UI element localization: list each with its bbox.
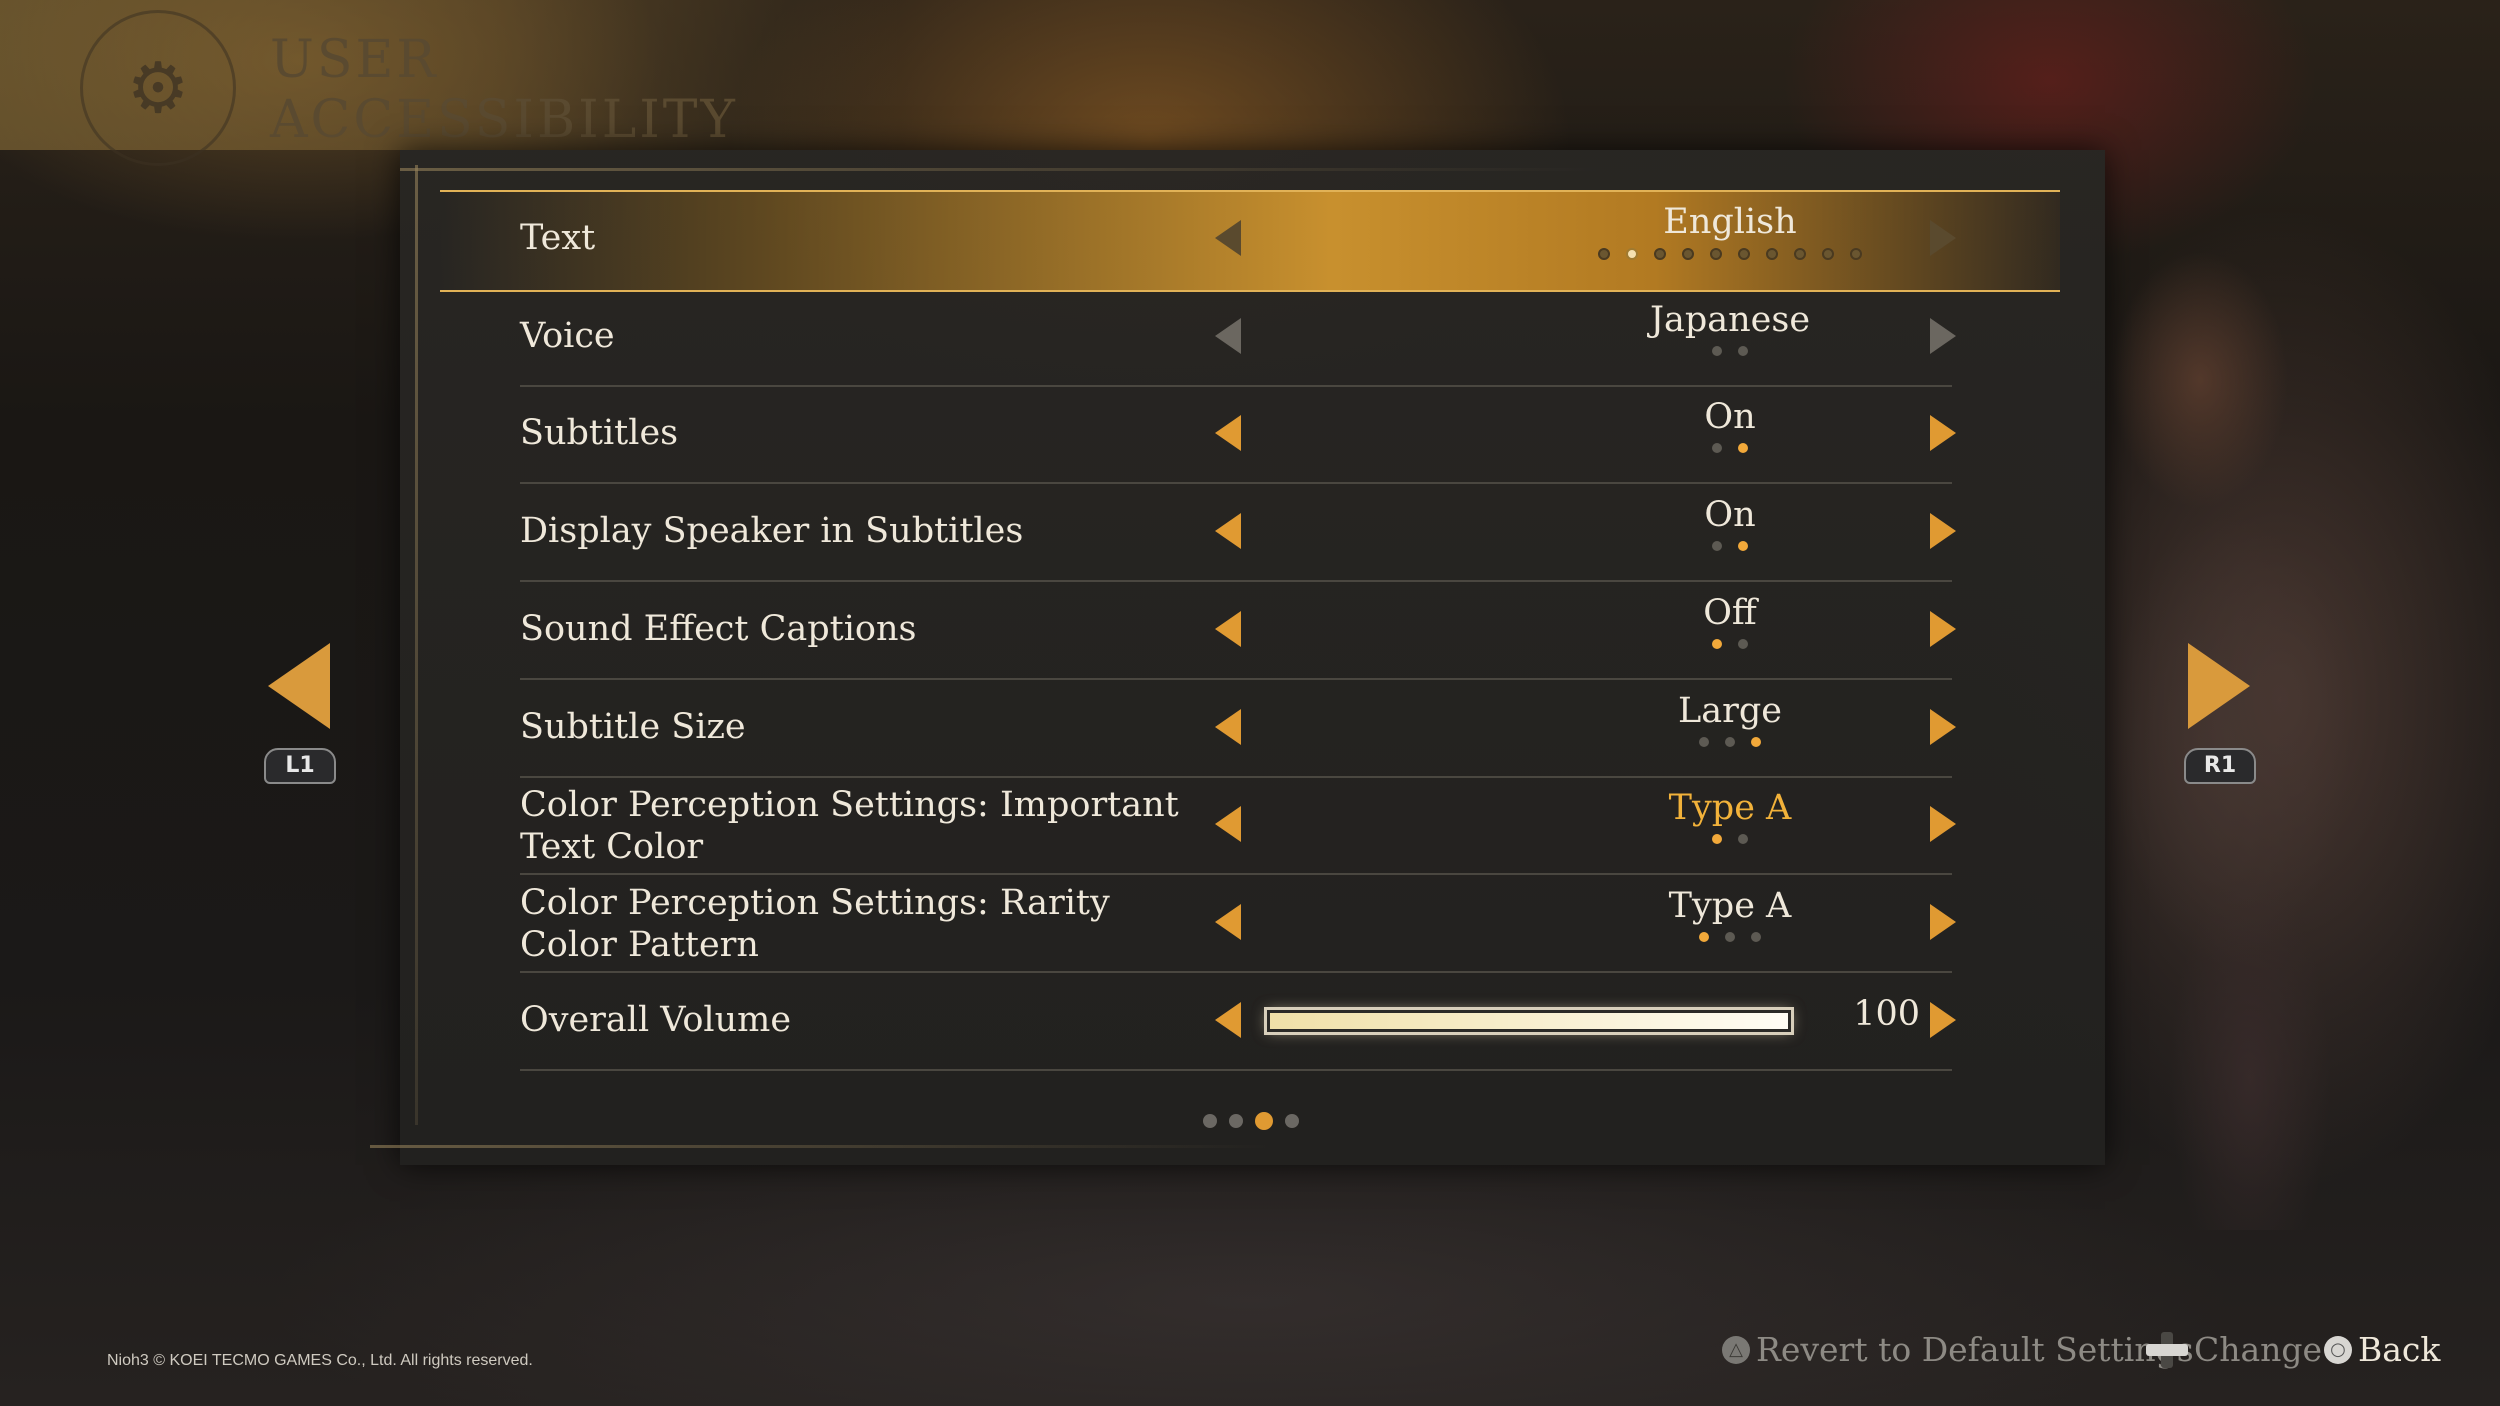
page-indicator — [1203, 1112, 1299, 1130]
setting-value: On — [1704, 495, 1756, 536]
panel-border-left — [415, 165, 418, 1125]
volume-slider[interactable] — [1264, 1006, 1794, 1035]
setting-row[interactable]: Overall Volume 100 — [440, 934, 2060, 1071]
r1-button[interactable]: R1 — [2184, 748, 2256, 784]
page-title: USER ACCESSIBILITY — [270, 30, 738, 150]
previous-page-arrow-icon[interactable] — [268, 643, 330, 729]
change-label: Change — [2194, 1330, 2323, 1369]
setting-label: Overall Volume — [520, 999, 792, 1040]
setting-value: Large — [1678, 690, 1782, 731]
panel-border-bottom — [370, 1145, 1270, 1148]
setting-value: Off — [1703, 592, 1757, 633]
revert-default-label: Revert to Default Settings — [1756, 1330, 2194, 1369]
back-label: Back — [2358, 1330, 2441, 1369]
background-character — [2080, 180, 2440, 1230]
setting-value: Japanese — [1649, 299, 1811, 340]
setting-value: On — [1704, 397, 1756, 438]
setting-value: Type A — [1668, 885, 1792, 926]
chevron-left-icon[interactable] — [1215, 1001, 1241, 1038]
circle-button-icon: ○ — [2324, 1335, 2352, 1364]
page-dot — [1255, 1112, 1273, 1130]
next-page-arrow-icon[interactable] — [2188, 643, 2250, 729]
menu-header: ⚙ USER ACCESSIBILITY — [0, 0, 900, 166]
gear-icon: ⚙ — [80, 10, 236, 166]
change-action[interactable]: Change — [2146, 1330, 2322, 1369]
page-dot — [1285, 1114, 1299, 1128]
setting-value: English — [1663, 202, 1797, 242]
row-divider — [520, 1068, 1952, 1071]
revert-default-action[interactable]: △ Revert to Default Settings — [1722, 1330, 2194, 1369]
l1-button[interactable]: L1 — [264, 748, 336, 784]
page-dot — [1229, 1114, 1243, 1128]
chevron-right-icon[interactable] — [1930, 1001, 1956, 1038]
dpad-icon — [2146, 1331, 2188, 1368]
volume-value: 100 — [1853, 993, 1920, 1034]
volume-slider-fill — [1270, 1012, 1788, 1029]
page-dot — [1203, 1114, 1217, 1128]
triangle-button-icon: △ — [1722, 1335, 1750, 1364]
setting-value: Type A — [1668, 788, 1792, 829]
copyright-text: Nioh3 © KOEI TECMO GAMES Co., Ltd. All r… — [107, 1352, 533, 1369]
back-action[interactable]: ○ Back — [2324, 1330, 2440, 1369]
